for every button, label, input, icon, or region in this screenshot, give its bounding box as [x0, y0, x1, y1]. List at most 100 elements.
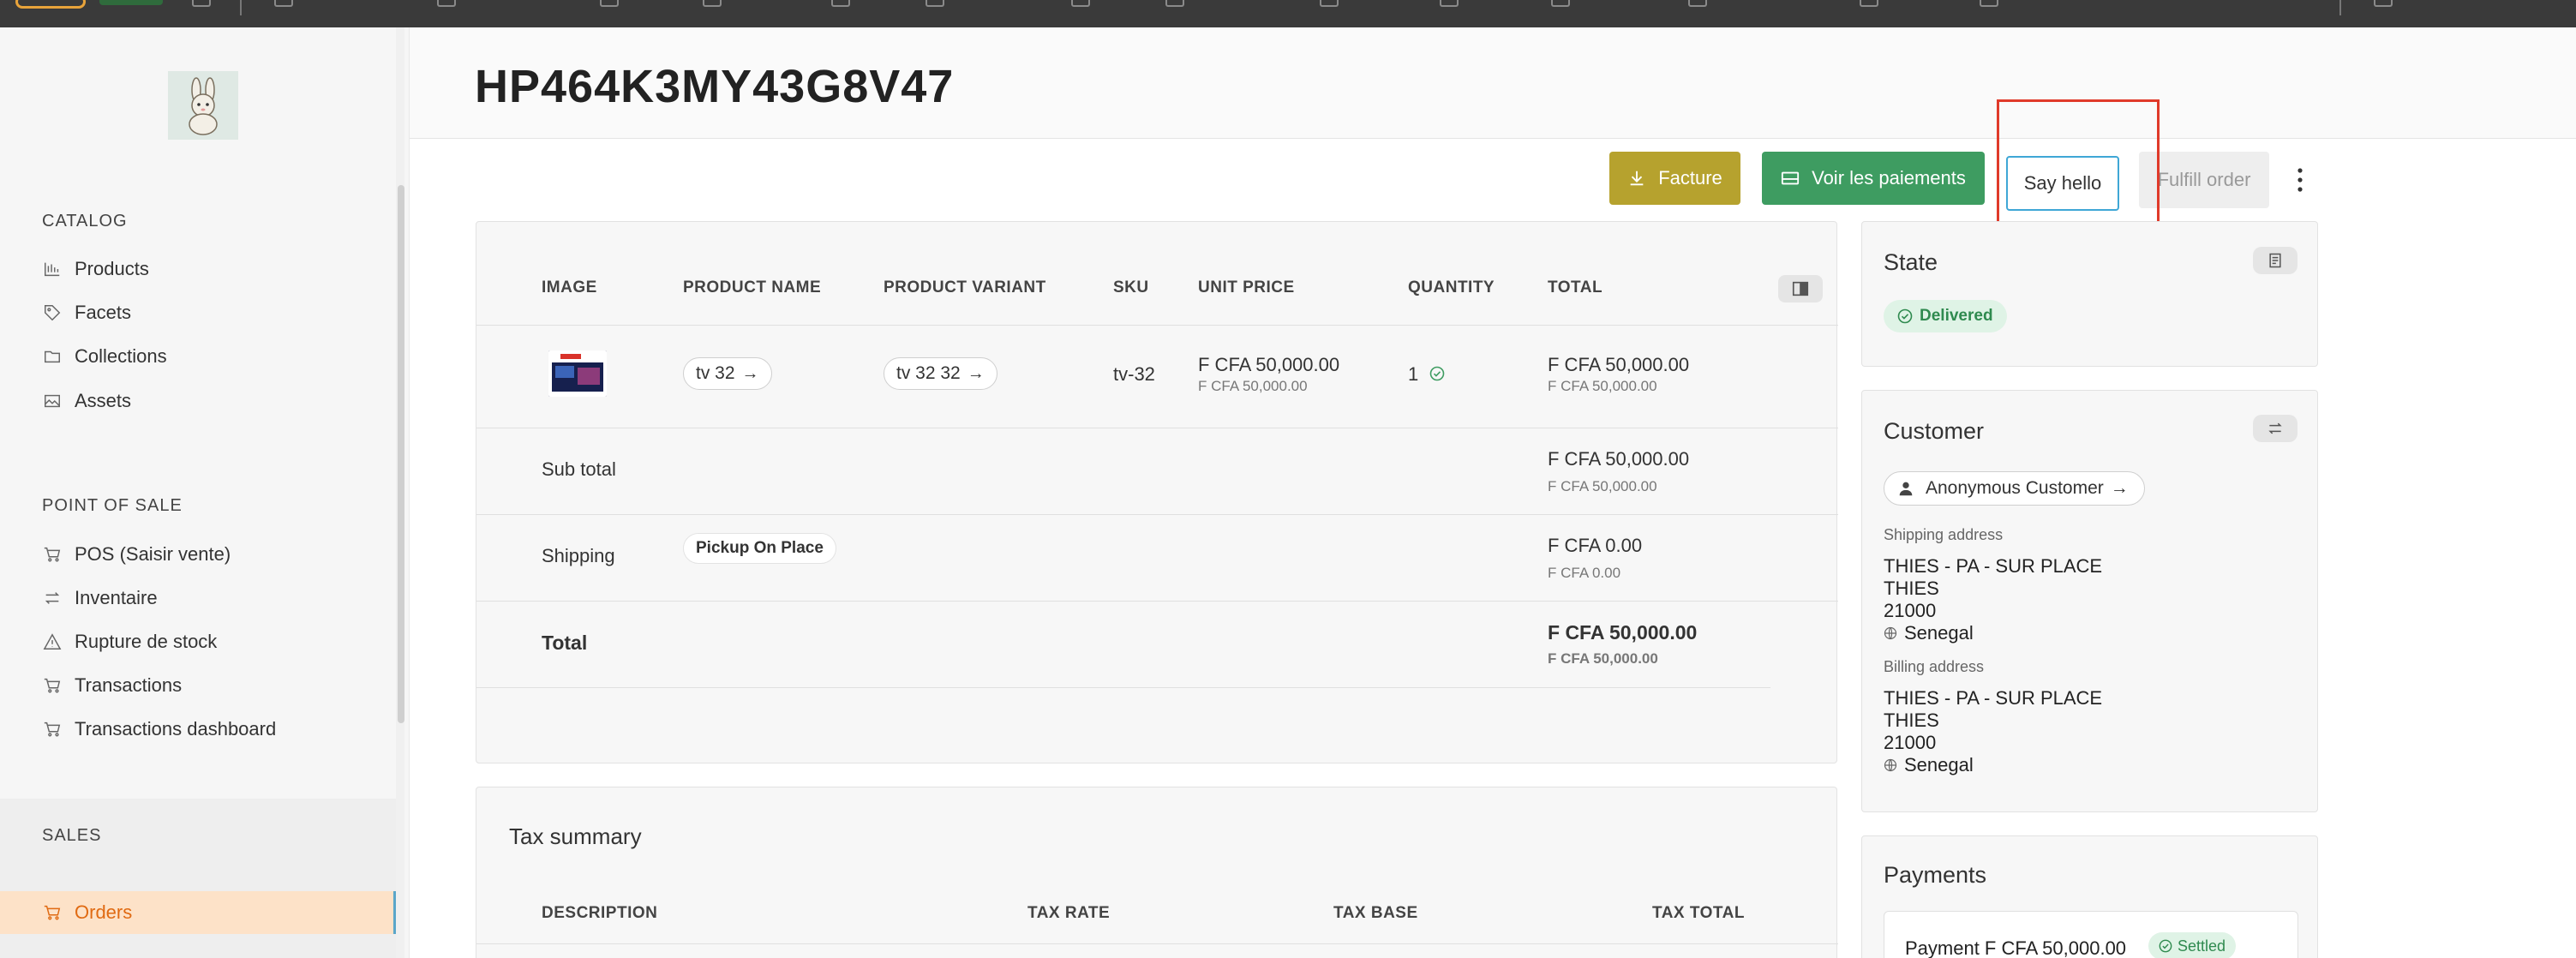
product-name-link[interactable]: tv 32 →: [683, 357, 772, 390]
column-header-image: IMAGE: [542, 278, 597, 296]
toolbar-icon[interactable]: [1980, 0, 1998, 7]
sidebar-item-transactions-dashboard[interactable]: Transactions dashboard: [42, 714, 276, 745]
state-card: State Delivered: [1861, 221, 2318, 367]
toolbar-icon[interactable]: [703, 0, 722, 7]
sidebar-item-transactions[interactable]: Transactions: [42, 670, 182, 701]
sidebar-item-label: Products: [75, 258, 149, 279]
column-header-unit-price: UNIT PRICE: [1198, 278, 1295, 296]
sidebar-item-orders[interactable]: Orders: [42, 897, 132, 928]
toolbar-icon[interactable]: [274, 0, 293, 7]
more-options-icon[interactable]: [2293, 165, 2307, 195]
change-customer-button[interactable]: [2253, 415, 2297, 442]
subtotal-subvalue: F CFA 50,000.00: [1548, 478, 1657, 494]
sidebar-item-collections[interactable]: Collections: [42, 341, 167, 372]
sidebar-item-facets[interactable]: Facets: [42, 297, 131, 328]
sidebar-item-rupture[interactable]: Rupture de stock: [42, 626, 217, 657]
toolbar-icon[interactable]: [1860, 0, 1878, 7]
cart-icon: [42, 675, 63, 696]
check-circle-icon: [2159, 939, 2172, 953]
voir-paiements-button[interactable]: Voir les paiements: [1762, 152, 1985, 205]
tax-header-base: TAX BASE: [1333, 904, 1418, 922]
cart-icon: [42, 544, 63, 565]
sidebar-item-label: Assets: [75, 390, 132, 411]
toolbar-orange-button[interactable]: [15, 0, 86, 9]
warning-icon: [42, 632, 63, 652]
sidebar-item-pos[interactable]: POS (Saisir vente): [42, 539, 231, 570]
toolbar-icon[interactable]: [437, 0, 456, 7]
sidebar-item-label: Rupture de stock: [75, 631, 218, 652]
shipping-address-line-3: 21000: [1884, 600, 1937, 621]
sidebar-item-inventaire[interactable]: Inventaire: [42, 583, 158, 614]
toolbar-icon[interactable]: [1165, 0, 1184, 7]
customer-link[interactable]: Anonymous Customer →: [1884, 471, 2145, 506]
line-total-value: F CFA 50,000.00: [1548, 354, 1690, 375]
user-icon: [1899, 482, 1913, 496]
sidebar-item-label: Facets: [75, 302, 132, 323]
billing-address-line-1: THIES - PA - SUR PLACE: [1884, 687, 2103, 709]
image-icon: [42, 391, 63, 411]
section-title-catalog: CATALOG: [42, 212, 128, 231]
toolbar-icon[interactable]: [1320, 0, 1339, 7]
quantity-value: 1: [1408, 363, 1419, 385]
toolbar-divider: [2339, 0, 2341, 15]
shipping-address-country: Senegal: [1884, 622, 1974, 644]
toolbar-icon[interactable]: [1551, 0, 1570, 7]
state-history-button[interactable]: [2253, 247, 2297, 274]
transfer-icon: [42, 588, 63, 608]
customer-name: Anonymous Customer: [1926, 478, 2104, 498]
subtotal-value: F CFA 50,000.00: [1548, 448, 1690, 470]
subtotal-label: Sub total: [542, 458, 616, 480]
sales-section-background: [0, 799, 396, 958]
tax-header-divider: [476, 943, 1838, 944]
sku-value: tv-32: [1113, 363, 1155, 385]
sidebar-item-assets[interactable]: Assets: [42, 386, 131, 416]
product-variant-link[interactable]: tv 32 32 →: [884, 357, 997, 390]
product-thumbnail: [548, 350, 607, 397]
facture-label: Facture: [1658, 167, 1722, 189]
status-text: Delivered: [1920, 307, 1993, 325]
facture-button[interactable]: Facture: [1609, 152, 1740, 205]
shipping-address-label: Shipping address: [1884, 526, 2004, 543]
column-toggle-button[interactable]: [1778, 275, 1823, 302]
row-divider: [476, 601, 1838, 602]
payment-status-badge: Settled: [2148, 932, 2237, 958]
arrow-right-icon: →: [741, 363, 759, 383]
sidebar-item-label: Inventaire: [75, 587, 158, 608]
toolbar-green-button[interactable]: [99, 0, 163, 5]
sidebar-item-orders-active[interactable]: Orders: [0, 891, 396, 934]
toolbar-icon[interactable]: [1071, 0, 1090, 7]
toolbar-icon[interactable]: [1688, 0, 1707, 7]
sidebar-scrollbar-thumb[interactable]: [398, 185, 404, 723]
products-icon: [42, 259, 63, 279]
toolbar-icon[interactable]: [831, 0, 850, 7]
shipping-subvalue: F CFA 0.00: [1548, 565, 1621, 581]
check-circle-icon: [1897, 308, 1913, 324]
billing-address-line-3: 21000: [1884, 732, 1937, 753]
sidebar-item-label: Collections: [75, 345, 167, 367]
swap-icon: [2268, 422, 2282, 434]
total-value: F CFA 50,000.00: [1548, 621, 1698, 644]
row-divider: [476, 514, 1838, 515]
credit-card-icon: [1781, 169, 1800, 188]
voir-paiements-label: Voir les paiements: [1812, 167, 1966, 189]
toolbar-icon[interactable]: [2374, 0, 2393, 7]
order-lines-card: IMAGE PRODUCT NAME PRODUCT VARIANT SKU U…: [476, 221, 1838, 763]
sidebar-item-label: POS (Saisir vente): [75, 543, 231, 565]
toolbar-grid-icon[interactable]: [192, 0, 211, 7]
sidebar-item-products[interactable]: Products: [42, 254, 149, 284]
billing-address-line-2: THIES: [1884, 710, 1939, 731]
check-circle-icon: [1429, 366, 1445, 381]
status-badge: Delivered: [1884, 300, 2007, 332]
columns-icon: [1792, 281, 1809, 296]
payment-entry[interactable]: Payment F CFA 50,000.00 Settled: [1884, 911, 2298, 958]
toolbar-icon[interactable]: [926, 0, 944, 7]
section-title-point-of-sale: POINT OF SALE: [42, 496, 183, 515]
payments-card: Payments Payment F CFA 50,000.00 Settled: [1861, 835, 2318, 958]
billing-address-country: Senegal: [1884, 754, 1974, 776]
toolbar-icon[interactable]: [600, 0, 619, 7]
customer-card: Customer Anonymous Customer → Shipping ad…: [1861, 390, 2318, 812]
header-divider: [476, 325, 1838, 326]
product-name-text: tv 32: [696, 363, 735, 383]
toolbar-icon[interactable]: [1440, 0, 1459, 7]
cart-icon: [42, 719, 63, 739]
